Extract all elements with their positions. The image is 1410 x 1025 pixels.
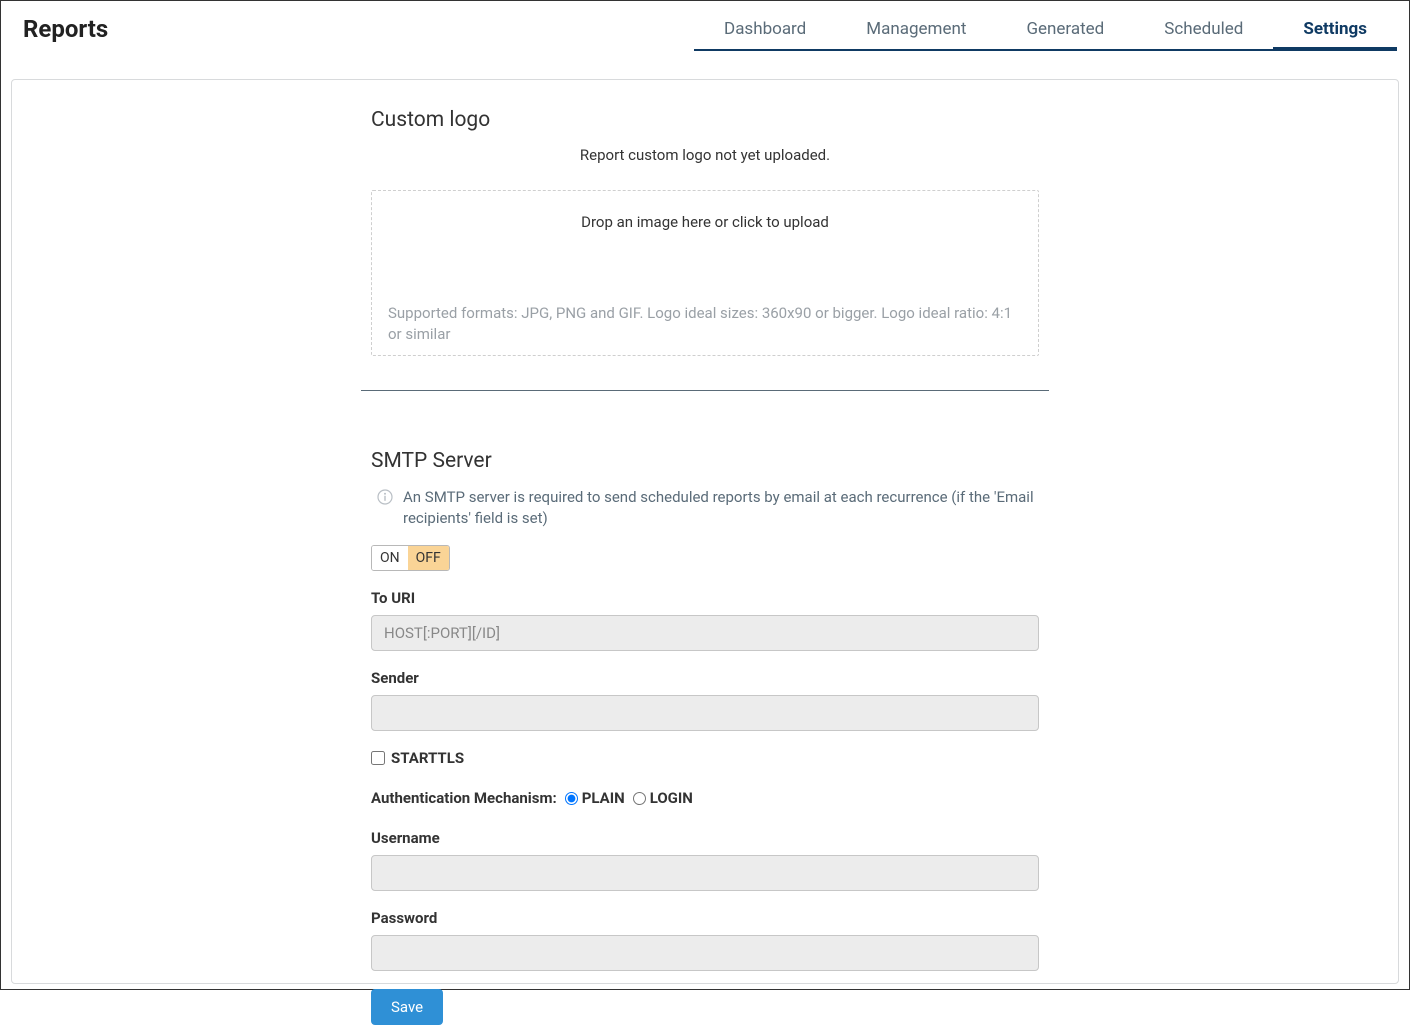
auth-plain-label: PLAIN — [582, 789, 625, 807]
smtp-toggle-on[interactable]: ON — [372, 546, 408, 570]
dropzone-instruction: Drop an image here or click to upload — [388, 213, 1022, 231]
auth-mechanism-label: Authentication Mechanism: — [371, 789, 557, 807]
tab-dashboard[interactable]: Dashboard — [694, 11, 836, 51]
starttls-label: STARTTLS — [391, 749, 464, 767]
password-input[interactable] — [371, 935, 1039, 971]
content-panel: Custom logo Report custom logo not yet u… — [11, 79, 1399, 984]
sender-input[interactable] — [371, 695, 1039, 731]
smtp-info-row: An SMTP server is required to send sched… — [371, 487, 1039, 529]
tab-settings[interactable]: Settings — [1273, 11, 1397, 51]
tab-scheduled[interactable]: Scheduled — [1134, 11, 1273, 51]
auth-login-radio[interactable] — [633, 792, 646, 805]
smtp-toggle: ON OFF — [371, 545, 450, 571]
auth-plain-radio[interactable] — [565, 792, 578, 805]
auth-login-label: LOGIN — [650, 789, 693, 807]
page-header: Reports Dashboard Management Generated S… — [1, 1, 1409, 51]
tabs: Dashboard Management Generated Scheduled… — [694, 11, 1397, 51]
save-button[interactable]: Save — [371, 989, 443, 1025]
info-icon — [377, 489, 393, 505]
smtp-title: SMTP Server — [371, 449, 1039, 473]
logo-status-text: Report custom logo not yet uploaded. — [371, 146, 1039, 164]
to-uri-input[interactable] — [371, 615, 1039, 651]
custom-logo-title: Custom logo — [371, 108, 1039, 132]
page-title: Reports — [23, 11, 108, 43]
auth-mechanism-row: Authentication Mechanism: PLAIN LOGIN — [371, 789, 1039, 807]
to-uri-label: To URI — [371, 589, 1039, 607]
logo-dropzone[interactable]: Drop an image here or click to upload Su… — [371, 190, 1039, 356]
smtp-info-text: An SMTP server is required to send sched… — [403, 487, 1039, 529]
username-input[interactable] — [371, 855, 1039, 891]
starttls-checkbox[interactable] — [371, 751, 385, 765]
starttls-row: STARTTLS — [371, 749, 1039, 767]
tab-management[interactable]: Management — [836, 11, 996, 51]
auth-login-option[interactable]: LOGIN — [633, 789, 693, 807]
smtp-toggle-off[interactable]: OFF — [408, 546, 449, 570]
dropzone-hint: Supported formats: JPG, PNG and GIF. Log… — [388, 303, 1022, 345]
tab-generated[interactable]: Generated — [996, 11, 1134, 51]
username-label: Username — [371, 829, 1039, 847]
section-divider — [361, 390, 1049, 391]
sender-label: Sender — [371, 669, 1039, 687]
auth-plain-option[interactable]: PLAIN — [565, 789, 625, 807]
password-label: Password — [371, 909, 1039, 927]
